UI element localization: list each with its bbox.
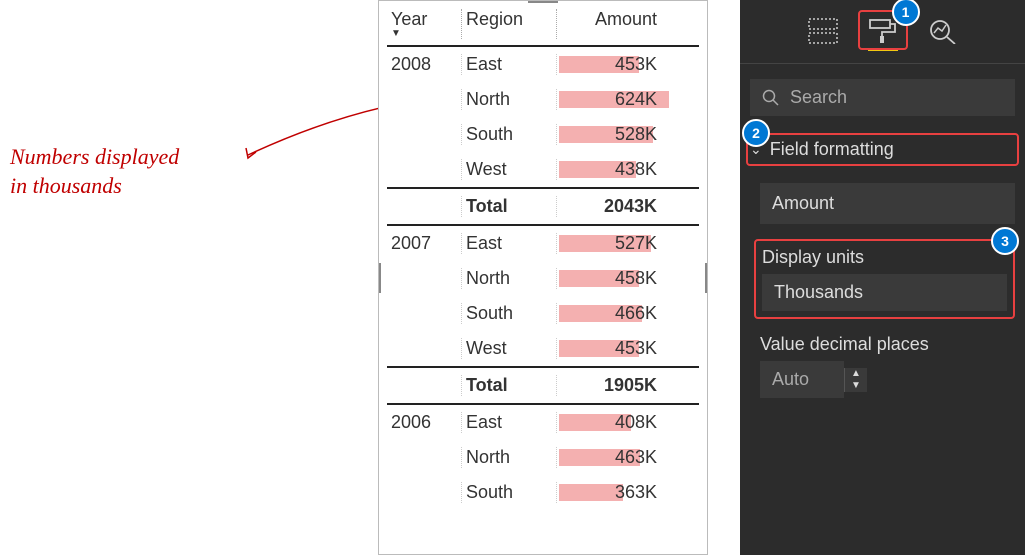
- cell-year: 2007: [387, 233, 461, 254]
- analytics-tab[interactable]: [928, 18, 958, 51]
- table-row[interactable]: North 463K: [387, 440, 699, 475]
- table-row[interactable]: South 528K: [387, 117, 699, 152]
- cell-amount: 363K: [556, 482, 667, 503]
- cell-region: North: [461, 89, 556, 110]
- cell-amount: 453K: [556, 54, 667, 75]
- stepper-down-button[interactable]: ▼: [845, 380, 867, 392]
- column-header-region[interactable]: Region: [461, 9, 556, 39]
- cell-amount: 527K: [556, 233, 667, 254]
- decimal-places-group: Value decimal places Auto ▲ ▼: [760, 334, 1015, 398]
- decimal-places-value: Auto: [772, 369, 809, 389]
- table-total-row[interactable]: Total1905K: [387, 366, 699, 405]
- cell-year: 2008: [387, 54, 461, 75]
- fields-tab[interactable]: [808, 18, 838, 51]
- cell-total-amount: 1905K: [556, 375, 667, 396]
- resize-handle-right[interactable]: [705, 263, 708, 293]
- display-units-label: Display units: [762, 247, 1007, 268]
- cell-amount: 624K: [556, 89, 667, 110]
- search-placeholder: Search: [790, 87, 847, 108]
- analytics-icon: [928, 18, 958, 44]
- annotation-text: Numbers displayed in thousands: [10, 143, 179, 200]
- decimal-places-input[interactable]: Auto: [760, 361, 844, 398]
- format-tab[interactable]: 1: [868, 18, 898, 51]
- cell-region: North: [461, 268, 556, 289]
- callout-badge-2: 2: [742, 119, 770, 147]
- cell-region: South: [461, 482, 556, 503]
- cell-region: South: [461, 303, 556, 324]
- table-row[interactable]: North 458K: [387, 261, 699, 296]
- header-year-label: Year: [391, 9, 427, 30]
- data-bar: [559, 484, 623, 501]
- table-row[interactable]: South 363K: [387, 475, 699, 510]
- search-input[interactable]: Search: [750, 79, 1015, 116]
- search-icon: [762, 89, 780, 107]
- decimal-places-label: Value decimal places: [760, 334, 1015, 355]
- amount-text: 363K: [615, 482, 657, 502]
- display-units-dropdown[interactable]: Thousands: [762, 274, 1007, 311]
- matrix-visual[interactable]: Year ▼ Region Amount 2008East453KNorth62…: [378, 0, 708, 555]
- annotation-line1: Numbers displayed: [10, 144, 179, 169]
- table-header-row: Year ▼ Region Amount: [387, 9, 699, 47]
- cell-year: 2006: [387, 412, 461, 433]
- cell-region: East: [461, 54, 556, 75]
- amount-text: 438K: [615, 159, 657, 179]
- cell-region: East: [461, 233, 556, 254]
- amount-text: 624K: [615, 89, 657, 109]
- cell-total-label: Total: [461, 196, 556, 217]
- amount-text: 408K: [615, 412, 657, 432]
- table-row[interactable]: 2007East 527K: [387, 226, 699, 261]
- cell-region: East: [461, 412, 556, 433]
- cell-amount: 408K: [556, 412, 667, 433]
- annotation-line2: in thousands: [10, 173, 122, 198]
- sort-arrow-icon[interactable]: ▼: [391, 28, 401, 39]
- header-region-label: Region: [466, 9, 523, 29]
- callout-highlight-2: [746, 133, 1019, 166]
- resize-handle-top[interactable]: [528, 0, 558, 3]
- callout-badge-1: 1: [892, 0, 920, 26]
- amount-text: 458K: [615, 268, 657, 288]
- amount-text: 528K: [615, 124, 657, 144]
- cell-amount: 463K: [556, 447, 667, 468]
- cell-region: North: [461, 447, 556, 468]
- display-units-value: Thousands: [774, 282, 863, 302]
- cell-region: West: [461, 159, 556, 180]
- format-pane: 1 Search 2 ⌄ Field formatting Amo: [740, 0, 1025, 555]
- amount-text: 463K: [615, 447, 657, 467]
- column-header-year[interactable]: Year ▼: [387, 9, 461, 39]
- cell-amount: 466K: [556, 303, 667, 324]
- column-header-amount[interactable]: Amount: [556, 9, 667, 39]
- table-row[interactable]: 2008East 453K: [387, 47, 699, 82]
- amount-text: 453K: [615, 338, 657, 358]
- field-selected-label: Amount: [772, 193, 834, 213]
- amount-text: 466K: [615, 303, 657, 323]
- amount-text: 453K: [615, 54, 657, 74]
- field-dropdown[interactable]: Amount: [760, 183, 1015, 224]
- cell-region: South: [461, 124, 556, 145]
- table-row[interactable]: 2006East 408K: [387, 405, 699, 440]
- amount-text: 527K: [615, 233, 657, 253]
- table-row[interactable]: West 438K: [387, 152, 699, 187]
- decimal-stepper: ▲ ▼: [844, 368, 867, 392]
- pane-tabs: 1: [740, 0, 1025, 64]
- cell-amount: 458K: [556, 268, 667, 289]
- header-amount-label: Amount: [595, 9, 657, 29]
- fields-icon: [808, 18, 838, 44]
- table-body: 2008East453KNorth624KSouth528KWest438KTo…: [387, 47, 699, 510]
- cell-amount: 528K: [556, 124, 667, 145]
- cell-amount: 438K: [556, 159, 667, 180]
- cell-region: West: [461, 338, 556, 359]
- section-field-formatting[interactable]: 2 ⌄ Field formatting: [740, 131, 1025, 168]
- display-units-group: 3 Display units Thousands: [754, 239, 1015, 319]
- table-row[interactable]: South 466K: [387, 296, 699, 331]
- cell-total-label: Total: [461, 375, 556, 396]
- callout-badge-3: 3: [991, 227, 1019, 255]
- resize-handle-left[interactable]: [378, 263, 381, 293]
- table-total-row[interactable]: Total2043K: [387, 187, 699, 226]
- cell-amount: 453K: [556, 338, 667, 359]
- table-row[interactable]: West 453K: [387, 331, 699, 366]
- cell-total-amount: 2043K: [556, 196, 667, 217]
- stepper-up-button[interactable]: ▲: [845, 368, 867, 380]
- table-row[interactable]: North 624K: [387, 82, 699, 117]
